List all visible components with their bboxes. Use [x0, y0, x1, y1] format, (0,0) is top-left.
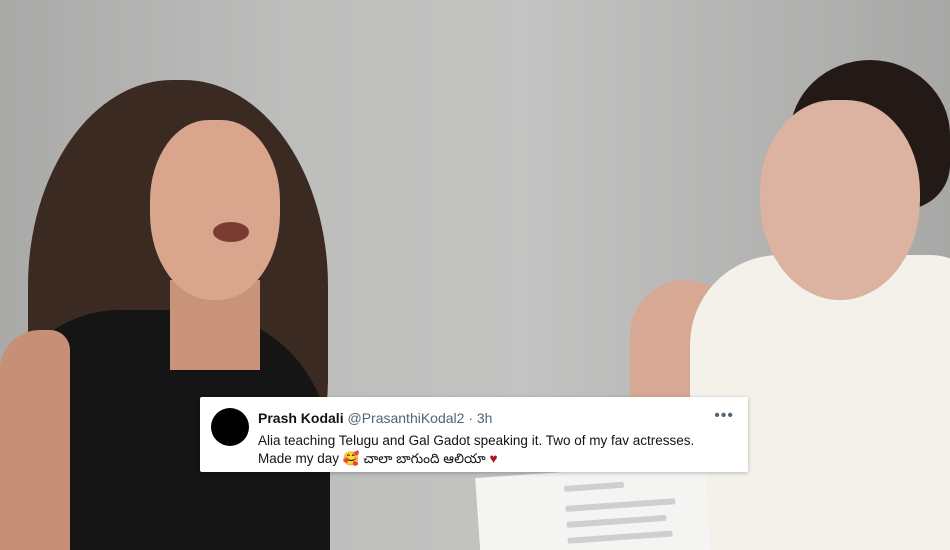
separator: · [468, 410, 473, 426]
smiling-hearts-emoji: 🥰 [342, 451, 360, 466]
left-person-face [150, 120, 280, 300]
left-person-arm [0, 330, 70, 550]
author-handle[interactable]: @PrasanthiKodal2 [347, 410, 464, 426]
tweet-header: Prash Kodali @PrasanthiKodal2 · 3h [258, 410, 492, 426]
search-printout [475, 462, 711, 550]
tweet-text: Alia teaching Telugu and Gal Gadot speak… [258, 432, 738, 468]
author-name[interactable]: Prash Kodali [258, 410, 344, 426]
tweet-text-line1: Alia teaching Telugu and Gal Gadot speak… [258, 433, 695, 448]
telugu-text: చాలా బాగుంది ఆలియా [363, 451, 486, 466]
left-person-mouth [213, 222, 249, 242]
more-options-icon[interactable]: ••• [714, 407, 734, 425]
right-person-face [760, 100, 920, 300]
avatar[interactable] [211, 408, 249, 446]
tweet-text-line2: Made my day [258, 451, 340, 466]
tweet-card[interactable]: Prash Kodali @PrasanthiKodal2 · 3h ••• A… [200, 397, 748, 472]
heart-emoji: ♥ [489, 451, 498, 466]
timestamp[interactable]: 3h [477, 410, 493, 426]
